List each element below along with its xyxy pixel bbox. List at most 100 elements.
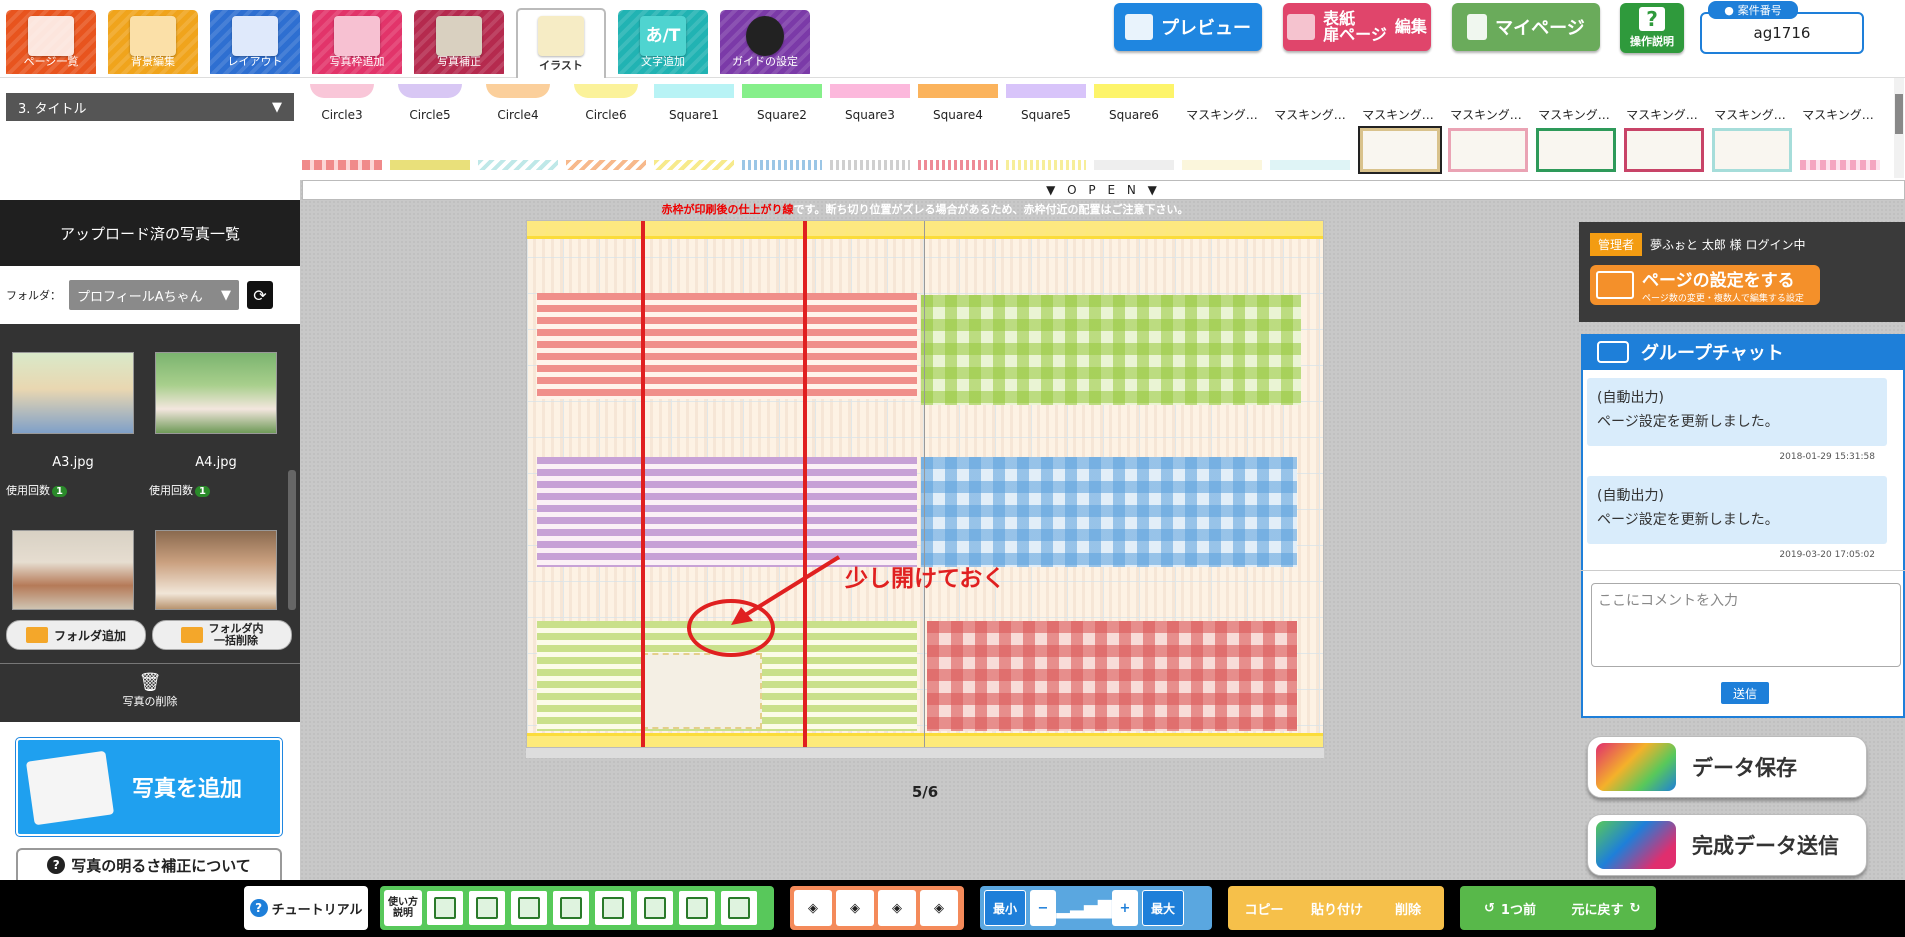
align-left-button[interactable]	[426, 890, 464, 926]
illust-square2[interactable]: Square2	[742, 84, 822, 122]
illust-circle4[interactable]: Circle4	[478, 84, 558, 122]
photo-list-scrollbar[interactable]	[288, 470, 296, 610]
align-bottom-button[interactable]	[636, 890, 674, 926]
frame-item[interactable]	[1712, 128, 1792, 172]
illust-circle5[interactable]: Circle5	[390, 84, 470, 122]
photo-thumbnail[interactable]	[155, 530, 277, 610]
tool-text-add[interactable]: あ/T 文字追加	[618, 10, 708, 74]
frame-item[interactable]	[1624, 128, 1704, 172]
preview-button[interactable]: プレビュー	[1114, 3, 1262, 51]
folder-select[interactable]: プロフィールAちゃん ▼	[69, 280, 239, 310]
masking-tape-pink-stripe[interactable]	[537, 293, 917, 399]
masking-tape-item[interactable]	[1094, 160, 1174, 170]
masking-tape-item[interactable]	[390, 160, 470, 170]
send-backward-button[interactable]: ◈	[878, 890, 916, 926]
masking-tape-item[interactable]	[1270, 160, 1350, 170]
masking-tape-item[interactable]	[742, 160, 822, 170]
photo-thumbnail-a4[interactable]	[155, 352, 277, 434]
illust-square5[interactable]: Square5	[1006, 84, 1086, 122]
copy-button[interactable]: コピー	[1232, 890, 1296, 926]
redo-button[interactable]: 元に戻す ↻	[1560, 890, 1652, 926]
add-photo-button[interactable]: 写真を追加	[16, 738, 282, 836]
photo-frame-placeholder[interactable]	[642, 653, 762, 729]
align-middle-button[interactable]	[594, 890, 632, 926]
refresh-icon[interactable]: ⟳	[247, 281, 273, 309]
delete-folder-button[interactable]: フォルダ内 一括削除	[152, 620, 292, 650]
page-settings-button[interactable]: ページの設定をする ページ数の変更・複数人で編集する設定	[1590, 265, 1820, 305]
delete-photo-button[interactable]: 🗑 写真の削除	[100, 672, 200, 709]
align-top-button[interactable]	[552, 890, 590, 926]
masking-tape-red-check[interactable]	[927, 621, 1297, 731]
tool-guide-settings[interactable]: ガイドの設定	[720, 10, 810, 74]
brightness-info-button[interactable]: ? 写真の明るさ補正について	[16, 848, 282, 880]
delete-button[interactable]: 削除	[1378, 890, 1438, 926]
frame-item-selected[interactable]	[1358, 126, 1442, 174]
illust-masking-1[interactable]: マスキング…	[1182, 106, 1262, 123]
illust-circle3[interactable]: Circle3	[302, 84, 382, 122]
tool-photo-correction[interactable]: 写真補正	[414, 10, 504, 74]
zoom-out-button[interactable]: −	[1030, 890, 1056, 926]
align-right-button[interactable]	[510, 890, 548, 926]
page-canvas[interactable]: 少し開けておく	[526, 220, 1324, 748]
tool-illustration[interactable]: イラスト	[516, 8, 606, 78]
illust-square3[interactable]: Square3	[830, 84, 910, 122]
section-select[interactable]: 3. タイトル ▼	[6, 93, 294, 121]
illust-square1[interactable]: Square1	[654, 84, 734, 122]
masking-tape-item[interactable]	[1182, 160, 1262, 170]
distribute-vertical-button[interactable]	[720, 890, 758, 926]
align-center-button[interactable]	[468, 890, 506, 926]
masking-tape-item[interactable]	[478, 160, 558, 170]
frame-item[interactable]	[1536, 128, 1616, 172]
tool-background-edit[interactable]: 背景編集	[108, 10, 198, 74]
illust-circle6[interactable]: Circle6	[566, 84, 646, 122]
bring-forward-button[interactable]: ◈	[836, 890, 874, 926]
masking-tape-green-check[interactable]	[921, 295, 1301, 405]
tool-photo-frame-add[interactable]: 写真枠追加	[312, 10, 402, 74]
send-back-button[interactable]: ◈	[920, 890, 958, 926]
illust-square4[interactable]: Square4	[918, 84, 998, 122]
zoom-in-button[interactable]: +	[1112, 890, 1138, 926]
masking-tape-item[interactable]	[654, 160, 734, 170]
bring-front-button[interactable]: ◈	[794, 890, 832, 926]
masking-tape-blue-check[interactable]	[921, 457, 1297, 567]
add-folder-button[interactable]: フォルダ追加	[6, 620, 146, 650]
photo-thumbnail-a3[interactable]	[12, 352, 134, 434]
illust-masking-7[interactable]: マスキング…	[1710, 106, 1790, 123]
mypage-button[interactable]: マイページ	[1452, 3, 1600, 51]
save-data-button[interactable]: データ保存	[1587, 736, 1867, 798]
illust-masking-2[interactable]: マスキング…	[1270, 106, 1350, 123]
illust-masking-6[interactable]: マスキング…	[1622, 106, 1702, 123]
illust-square6[interactable]: Square6	[1094, 84, 1174, 122]
tool-page-list[interactable]: ページ一覧	[6, 10, 96, 74]
illust-masking-5[interactable]: マスキング…	[1534, 106, 1614, 123]
masking-tape-item[interactable]	[918, 160, 998, 170]
masking-tape-item[interactable]	[566, 160, 646, 170]
illust-masking-8[interactable]: マスキング…	[1798, 106, 1878, 123]
submit-data-button[interactable]: 完成データ送信	[1587, 814, 1867, 876]
send-button[interactable]: 送信	[1721, 682, 1769, 704]
cover-edit-button[interactable]: 表紙 扉ページ 編集	[1283, 3, 1431, 51]
illust-label: マスキング…	[1274, 108, 1346, 122]
scrollbar-thumb[interactable]	[1895, 94, 1903, 134]
photo-thumbnail[interactable]	[12, 530, 134, 610]
illust-masking-4[interactable]: マスキング…	[1446, 106, 1526, 123]
masking-tape-item[interactable]	[1006, 160, 1086, 170]
open-toggle-bar[interactable]: ▼ O P E N ▼	[302, 180, 1905, 200]
masking-tape-item[interactable]	[302, 160, 382, 170]
comment-input[interactable]: ここにコメントを入力	[1591, 583, 1901, 667]
ribbon-scrollbar[interactable]	[1894, 78, 1904, 178]
help-button[interactable]: ? 操作説明	[1620, 3, 1684, 53]
masking-tape-item[interactable]	[1800, 160, 1880, 170]
distribute-horizontal-button[interactable]	[678, 890, 716, 926]
illust-masking-3[interactable]: マスキング…	[1358, 106, 1438, 123]
undo-button[interactable]: ↺ 1つ前	[1464, 890, 1556, 926]
zoom-min-button[interactable]: 最小	[984, 890, 1026, 926]
tool-layout[interactable]: レイアウト	[210, 10, 300, 74]
masking-tape-item[interactable]	[830, 160, 910, 170]
zoom-max-button[interactable]: 最大	[1142, 890, 1184, 926]
tutorial-button[interactable]: ? チュートリアル	[244, 886, 368, 930]
canvas-h-scrollbar[interactable]	[526, 748, 1324, 758]
howto-button[interactable]: 使い方 説明	[384, 890, 422, 926]
paste-button[interactable]: 貼り付け	[1300, 890, 1374, 926]
frame-item[interactable]	[1448, 128, 1528, 172]
